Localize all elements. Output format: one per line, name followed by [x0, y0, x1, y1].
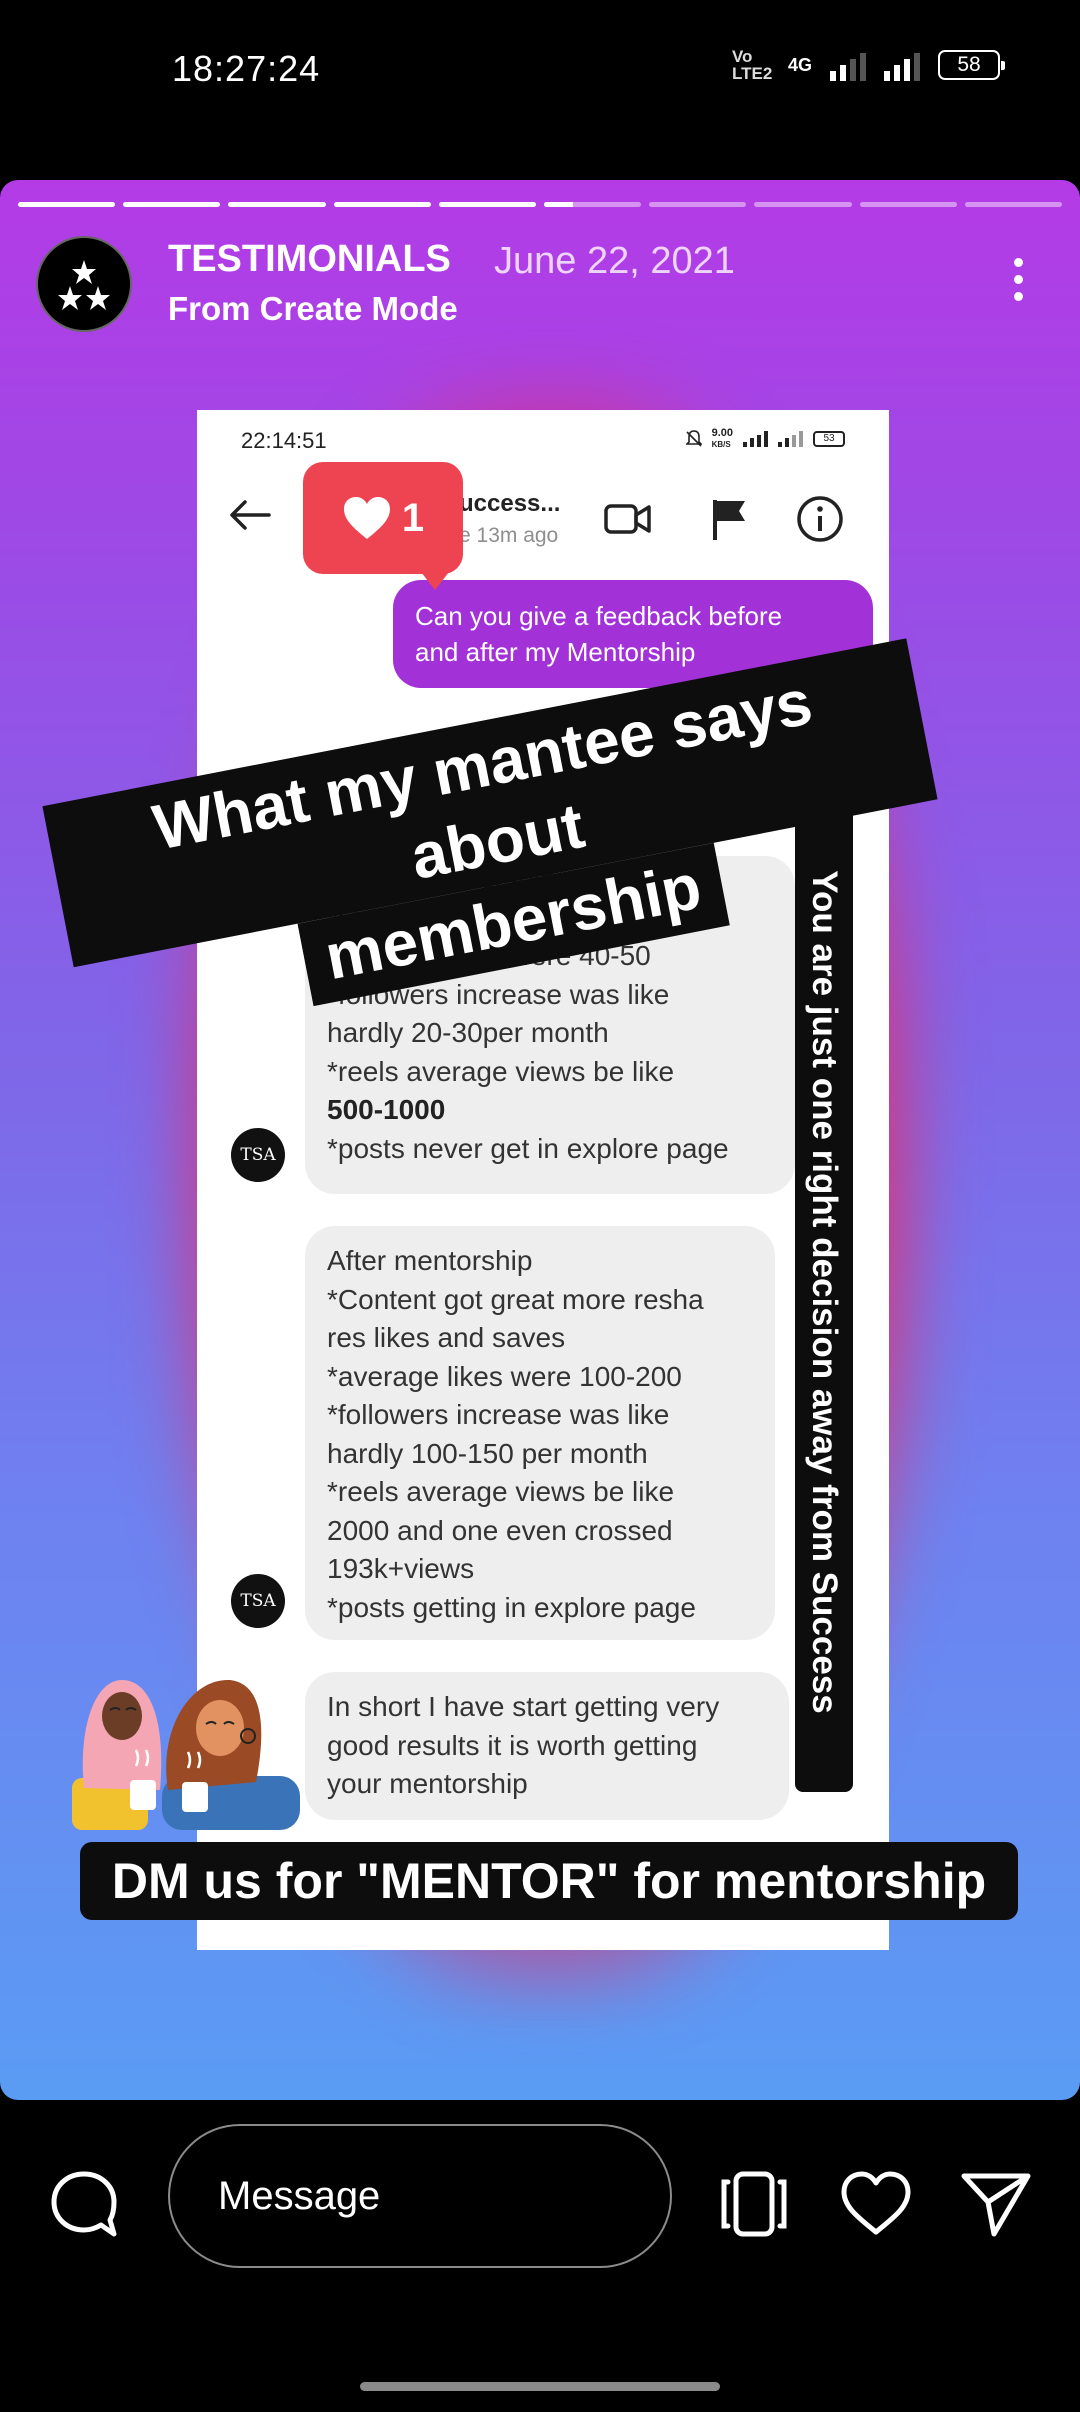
network-type: 4G [787, 54, 812, 75]
message-line: *reels average views be like [327, 1476, 675, 1507]
message-line: In short I have start getting very [327, 1691, 720, 1722]
message-line: 2000 and one even crossed [327, 1514, 673, 1546]
story-progress-bar [18, 202, 1063, 207]
message-line: 193k+views [327, 1553, 475, 1584]
story-progress-segment [859, 202, 957, 207]
story-progress-segment [123, 202, 221, 207]
message-line: good results it is worth getting [327, 1729, 698, 1761]
status-bar: 18:27:24 Vo LTE2 4G 58 [0, 0, 1080, 140]
story-progress-segment [228, 202, 326, 207]
story-progress-segment [649, 202, 747, 207]
dm-call-to-action: DM us for "MENTOR" for mentorship [80, 1842, 1018, 1920]
battery-indicator: 58 [938, 50, 1005, 80]
message-line: hardly 20-30per month [327, 1017, 609, 1048]
signal-icon [830, 49, 866, 81]
received-message-bubble: After mentorship *Content got great more … [305, 1226, 775, 1640]
volte-indicator: Vo LTE2 [731, 47, 773, 83]
avatar[interactable] [36, 236, 132, 332]
status-icons: Vo LTE2 4G 58 [731, 47, 1005, 83]
video-call-icon [604, 504, 651, 534]
info-icon [797, 496, 843, 542]
women-drinking-tea-sticker [72, 1679, 300, 1830]
heart-icon[interactable] [838, 2166, 914, 2242]
avatar: TSA [231, 1128, 285, 1182]
more-dots-icon [1013, 257, 1023, 267]
signal-icon-2 [884, 49, 920, 81]
message-line: *followers increase was like [327, 1399, 670, 1430]
heart-icon [343, 497, 390, 539]
vertical-caption: You are just one right decision away fro… [805, 870, 844, 1714]
message-line: your mentorship [327, 1768, 528, 1799]
shot-status-time: 22:14:51 [241, 428, 327, 453]
shot-chat-subtitle: e 13m ago [459, 524, 559, 547]
send-icon[interactable] [958, 2166, 1034, 2242]
gallery-icon[interactable] [716, 2166, 792, 2242]
message-line: *average likes were 100-200 [327, 1360, 682, 1392]
received-message-bubble: In short I have start getting very good r… [305, 1672, 789, 1820]
like-count: 1 [401, 495, 425, 540]
message-line: hardly 100-150 per month [327, 1437, 648, 1469]
message-line: res likes and saves [327, 1322, 566, 1353]
comment-icon[interactable] [46, 2166, 122, 2242]
story-subtitle[interactable]: From Create Mode [168, 290, 458, 328]
home-indicator[interactable] [360, 2382, 720, 2391]
story-date: June 22, 2021 [494, 240, 735, 282]
message-line: *posts getting in explore page [327, 1591, 696, 1623]
mute-icon [685, 430, 702, 447]
like-notification-badge: 1 [303, 462, 463, 590]
story-progress-segment [544, 202, 642, 207]
story-card[interactable]: TESTIMONIALS June 22, 2021 From Create M… [0, 180, 1080, 2100]
story-header: TESTIMONIALS June 22, 2021 From Create M… [36, 236, 1060, 336]
message-line: *reels average views be like [327, 1055, 675, 1087]
avatar: TSA [231, 1574, 285, 1628]
shot-signal-icon-2 [778, 431, 803, 447]
account-name[interactable]: TESTIMONIALS [168, 238, 451, 281]
shot-signal-icon [743, 431, 768, 447]
story-progress-segment [754, 202, 852, 207]
embedded-screenshot: 22:14:51 9.00 KB/S 53 uccess... e 13m ago [197, 410, 889, 1950]
story-progress-segment [964, 202, 1063, 207]
story-progress-segment [18, 202, 116, 207]
shot-speed: 9.00 KB/S [711, 427, 733, 450]
flag-icon [713, 500, 745, 540]
shot-chat-title: uccess... [459, 490, 561, 517]
shot-status-icons: 9.00 KB/S 53 [685, 427, 845, 450]
status-time: 18:27:24 [172, 48, 321, 89]
message-line: *Content got great more resha [327, 1283, 704, 1315]
message-line: 500-1000 [327, 1094, 446, 1125]
story-progress-segment [333, 202, 431, 207]
message-line: After mentorship [327, 1245, 533, 1276]
stars-logo-icon [58, 260, 110, 310]
back-arrow-icon [230, 500, 271, 530]
shot-battery: 53 [813, 431, 845, 447]
more-options-button[interactable] [998, 244, 1038, 314]
message-input[interactable]: Message [168, 2124, 672, 2268]
story-progress-segment [438, 202, 537, 207]
message-line: *posts never get in explore page [327, 1132, 729, 1164]
